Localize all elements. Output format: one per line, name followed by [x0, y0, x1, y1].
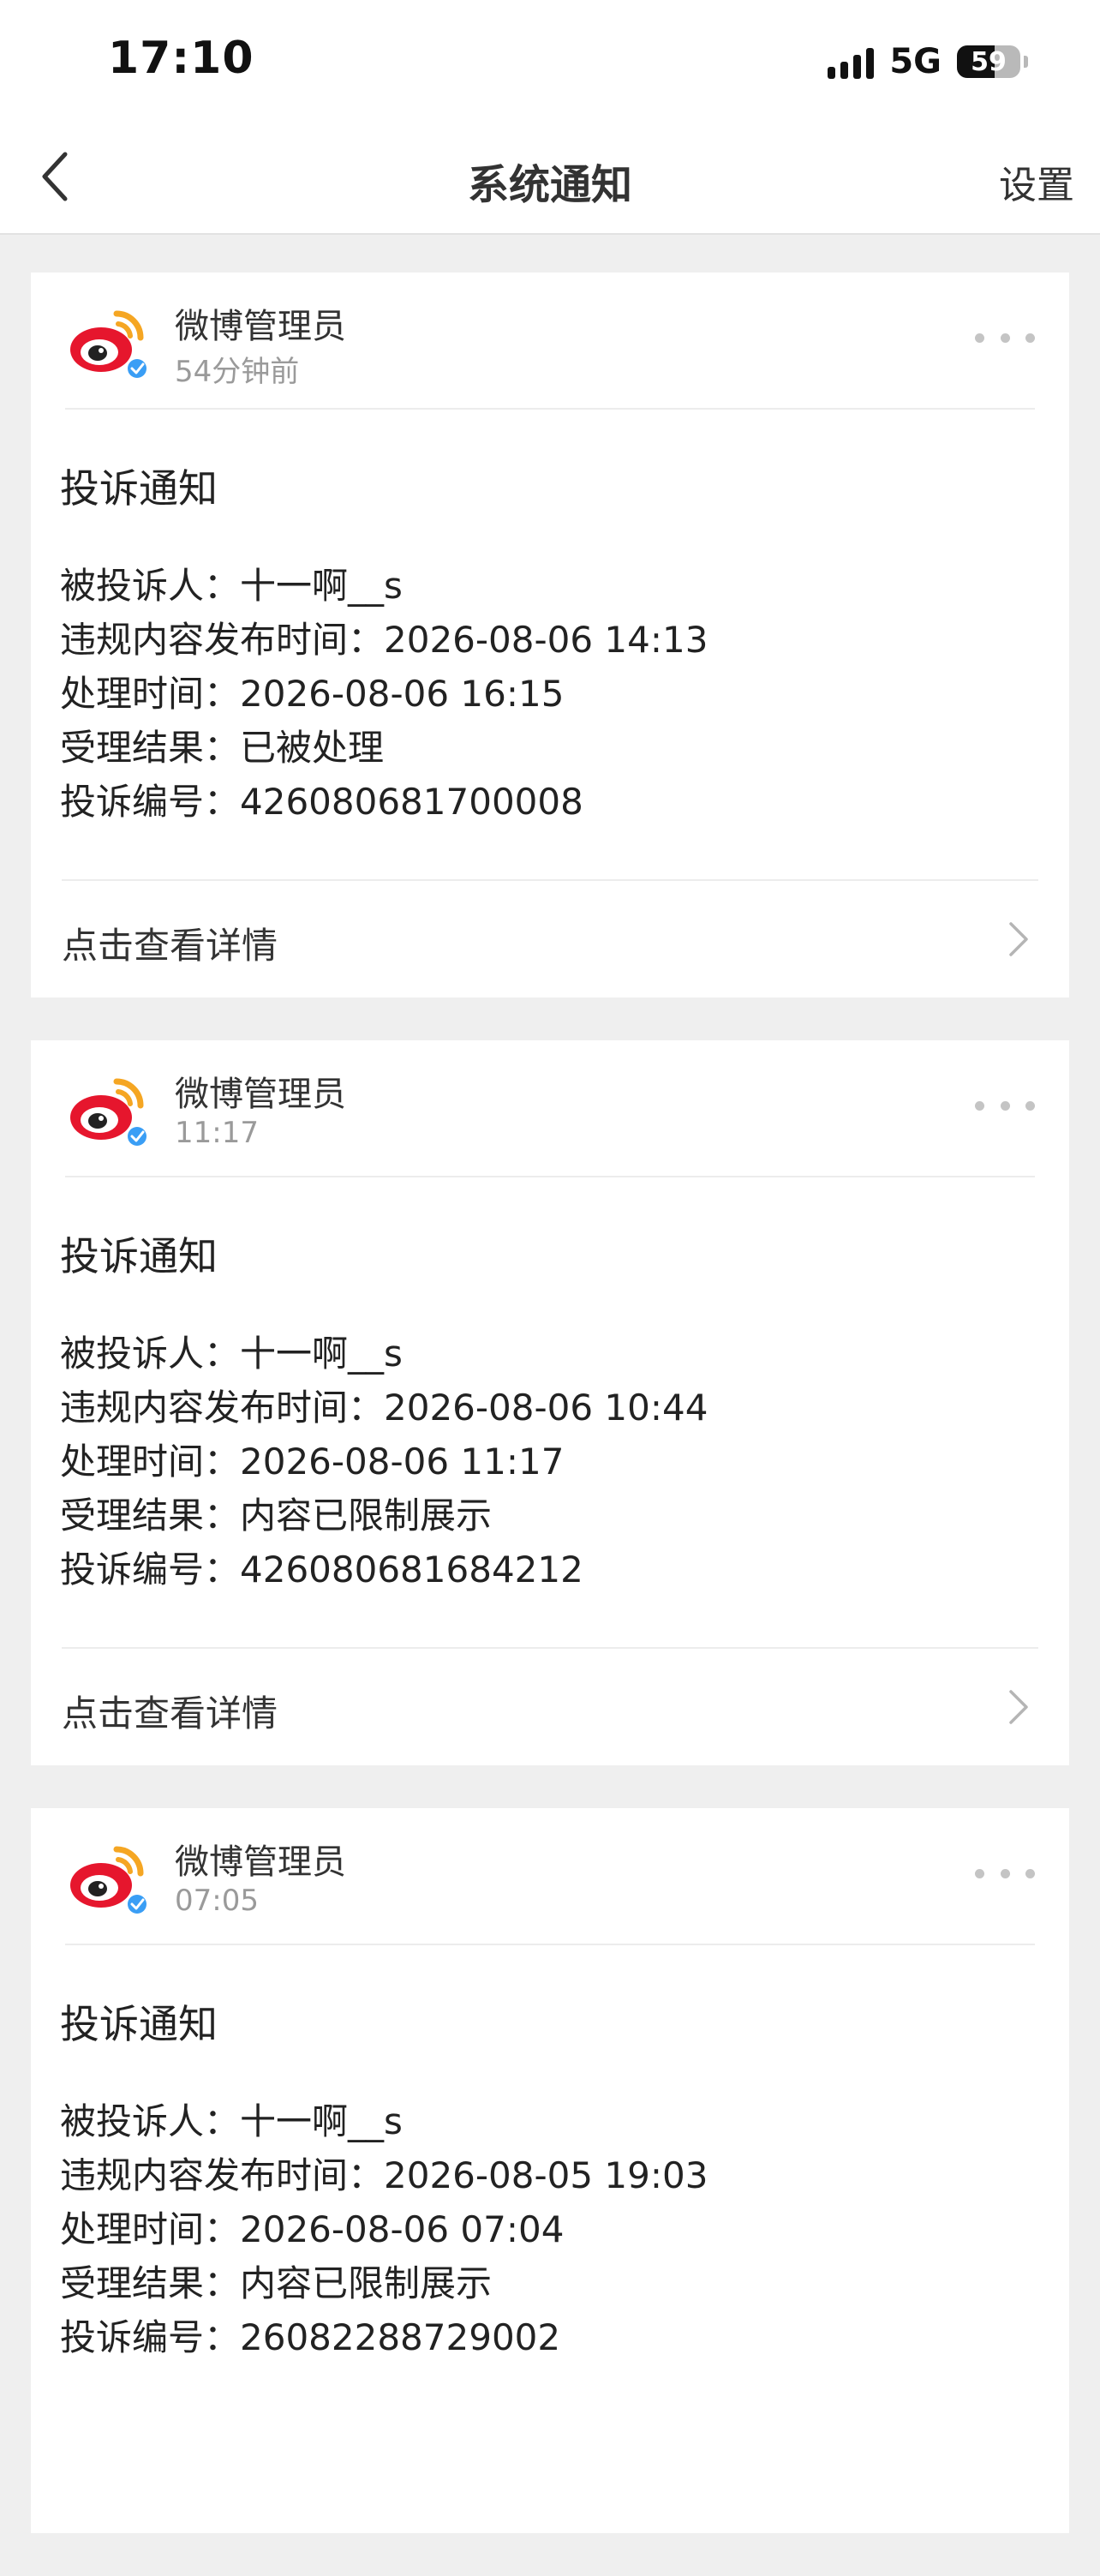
sender-name[interactable]: 微博管理员 [175, 298, 346, 348]
more-horizontal-icon [975, 1868, 984, 1878]
more-button[interactable] [975, 1856, 1035, 1890]
processing-time: 处理时间：2026-08-06 07:04 [60, 2208, 565, 2250]
divider [65, 1944, 1035, 1945]
weibo-logo-icon[interactable] [63, 1063, 158, 1157]
more-horizontal-icon [975, 332, 984, 343]
complaint-number: 投诉编号：426080681684212 [60, 1549, 583, 1591]
view-details-link[interactable]: 点击查看详情 [31, 1649, 1069, 1765]
content-publish-time: 违规内容发布时间：2026-08-06 10:44 [60, 1387, 708, 1429]
handling-result: 受理结果：内容已限制展示 [60, 1495, 493, 1537]
notification-details: 被投诉人：十一啊__s 违规内容发布时间：2026-08-06 10:44 处理… [60, 1327, 708, 1597]
view-details-link[interactable]: 点击查看详情 [31, 881, 1069, 997]
chevron-right-icon [1009, 1690, 1028, 1724]
settings-button[interactable]: 设置 [999, 154, 1074, 209]
status-indicators: 5G 59 [828, 39, 1028, 84]
sent-time: 54分钟前 [175, 355, 300, 389]
divider [65, 408, 1035, 410]
more-button[interactable] [975, 1088, 1035, 1123]
complaint-number: 投诉编号：26082288729002 [60, 2316, 561, 2358]
card-header: 微博管理员 11:17 [31, 1040, 1069, 1177]
sent-time: 07:05 [175, 1884, 259, 1918]
notification-details: 被投诉人：十一啊__s 违规内容发布时间：2026-08-05 19:03 处理… [60, 2094, 708, 2364]
more-button[interactable] [975, 321, 1035, 355]
notification-card: 微博管理员 07:05 投诉通知 被投诉人：十一啊__s 违规内容发布时间：20… [31, 1808, 1069, 2533]
page-title: 系统通知 [467, 161, 632, 209]
complaint-number: 投诉编号：426080681700008 [60, 781, 583, 823]
content-publish-time: 违规内容发布时间：2026-08-06 14:13 [60, 619, 708, 661]
verified-badge-icon [128, 359, 146, 378]
chevron-right-icon [1009, 922, 1028, 956]
complained-user: 被投诉人：十一啊__s [60, 1333, 403, 1375]
more-horizontal-icon [975, 1100, 984, 1111]
sent-time: 11:17 [175, 1116, 259, 1150]
weibo-logo-icon[interactable] [63, 1830, 158, 1925]
complained-user: 被投诉人：十一啊__s [60, 2100, 403, 2142]
notification-title: 投诉通知 [60, 465, 218, 512]
status-time: 17:10 [108, 33, 254, 84]
verified-badge-icon [128, 1895, 146, 1914]
card-header: 微博管理员 54分钟前 [31, 273, 1069, 410]
notification-title: 投诉通知 [60, 1233, 218, 1279]
handling-result: 受理结果：已被处理 [60, 727, 385, 769]
status-bar: 17:10 5G 59 [0, 0, 1100, 120]
handling-result: 受理结果：内容已限制展示 [60, 2262, 493, 2304]
notification-list: 微博管理员 54分钟前 投诉通知 被投诉人：十一啊__s 违规内容发布时间：20… [31, 273, 1069, 2576]
verified-badge-icon [128, 1127, 146, 1146]
nav-bar: 系统通知 设置 [0, 120, 1100, 235]
battery-icon: 59 [957, 45, 1020, 78]
notification-card: 微博管理员 11:17 投诉通知 被投诉人：十一啊__s 违规内容发布时间：20… [31, 1040, 1069, 1765]
notification-title: 投诉通知 [60, 2001, 218, 2047]
sender-name[interactable]: 微博管理员 [175, 1066, 346, 1116]
notification-details: 被投诉人：十一啊__s 违规内容发布时间：2026-08-06 14:13 处理… [60, 559, 708, 829]
battery-level: 59 [971, 46, 1007, 77]
view-details-label: 点击查看详情 [62, 1692, 278, 1734]
battery-cap [1024, 56, 1028, 68]
network-type: 5G [889, 42, 942, 81]
complained-user: 被投诉人：十一啊__s [60, 565, 403, 607]
processing-time: 处理时间：2026-08-06 16:15 [60, 673, 565, 715]
processing-time: 处理时间：2026-08-06 11:17 [60, 1441, 565, 1483]
divider [65, 1176, 1035, 1177]
notification-card: 微博管理员 54分钟前 投诉通知 被投诉人：十一啊__s 违规内容发布时间：20… [31, 273, 1069, 997]
content-publish-time: 违规内容发布时间：2026-08-05 19:03 [60, 2154, 708, 2196]
card-header: 微博管理员 07:05 [31, 1808, 1069, 1945]
cellular-signal-icon [828, 45, 875, 79]
view-details-label: 点击查看详情 [62, 925, 278, 967]
sender-name[interactable]: 微博管理员 [175, 1834, 346, 1884]
weibo-logo-icon[interactable] [63, 295, 158, 389]
